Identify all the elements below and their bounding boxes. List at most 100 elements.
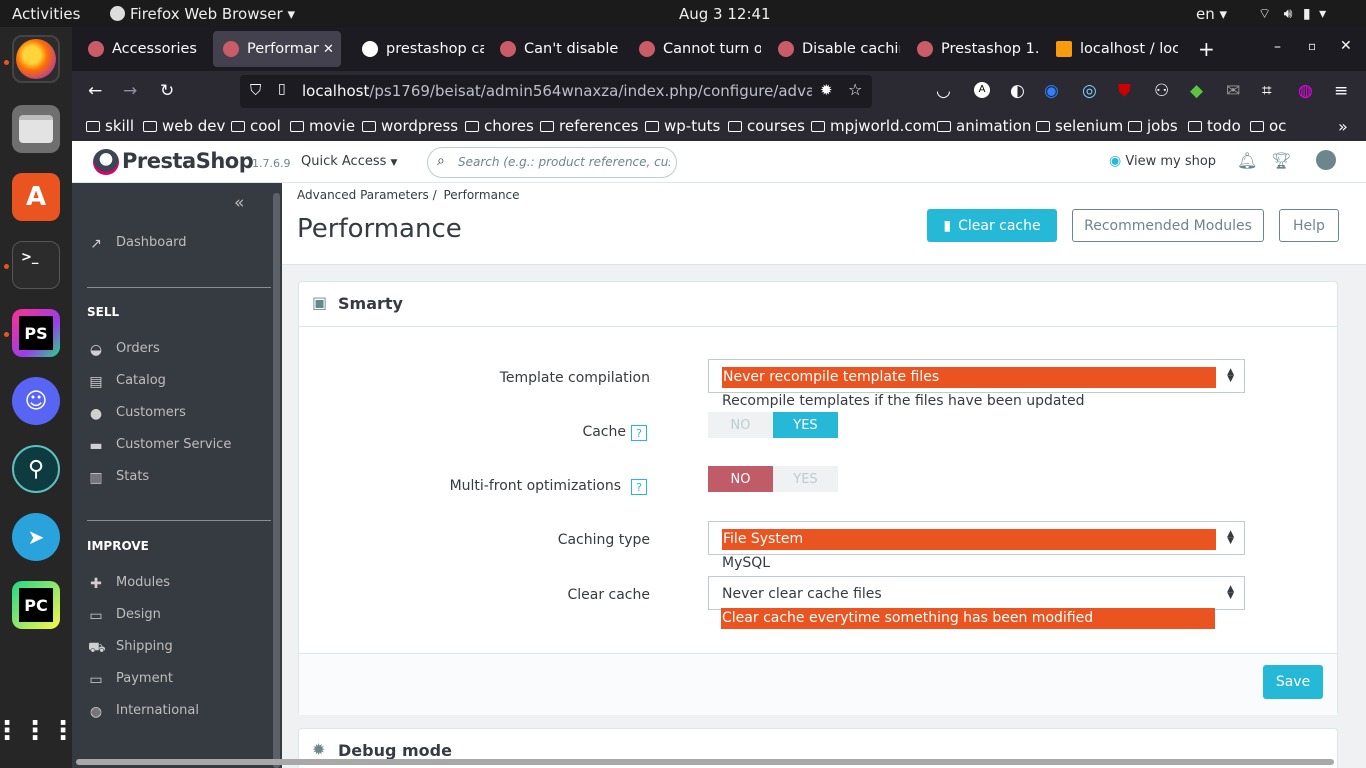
activities-button[interactable]: Activities bbox=[12, 5, 80, 23]
ublock-icon[interactable]: ⛊ bbox=[1118, 81, 1131, 101]
save-button[interactable]: Save bbox=[1263, 665, 1323, 699]
telegram-icon[interactable]: ➤ bbox=[12, 513, 60, 561]
url-bar[interactable]: ⛉ ▯ localhost/ps1769/beisat/admin564wnax… bbox=[240, 75, 872, 108]
prestashop-brand[interactable]: PrestaShop bbox=[122, 149, 254, 173]
bug-icon[interactable]: ✹ bbox=[820, 81, 833, 99]
multifront-toggle[interactable]: NO YES bbox=[708, 466, 838, 492]
back-icon[interactable]: ← bbox=[88, 81, 102, 101]
caching-type-select[interactable]: File System ▲ ▼ bbox=[708, 521, 1245, 555]
selected-option[interactable]: File System bbox=[722, 529, 1216, 550]
gitkraken-icon[interactable]: ⚲ bbox=[12, 445, 60, 493]
clear-cache-select[interactable]: Never clear cache files ▲ ▼ bbox=[708, 576, 1245, 610]
toggle-no[interactable]: NO bbox=[708, 466, 773, 492]
sidebar-item-design[interactable]: ▭ Design bbox=[88, 607, 161, 624]
tab-phpmyadmin[interactable]: localhost / loc bbox=[1046, 31, 1178, 67]
sidebar-item-international[interactable]: ◍ International bbox=[88, 703, 199, 720]
sync-extension-icon[interactable]: ◉ bbox=[1044, 81, 1059, 101]
close-tab-icon[interactable]: ✕ bbox=[323, 42, 334, 57]
account-icon[interactable]: A bbox=[974, 82, 990, 98]
sidebar-item-payment[interactable]: ▭ Payment bbox=[88, 671, 173, 688]
pycharm-icon[interactable]: PC bbox=[12, 581, 60, 629]
menu-icon[interactable]: ≡ bbox=[1334, 81, 1348, 101]
notifications-bell-icon[interactable]: 🔔︎ bbox=[1237, 151, 1257, 170]
collapse-sidebar-icon[interactable]: « bbox=[234, 193, 244, 213]
bookmark-folder[interactable]: oc bbox=[1250, 117, 1286, 135]
bookmark-star-icon[interactable]: ☆ bbox=[848, 80, 862, 99]
help-button[interactable]: Help bbox=[1279, 209, 1339, 242]
sidebar-item-modules[interactable]: ✚ Modules bbox=[88, 575, 170, 592]
toggle-no[interactable]: NO bbox=[708, 412, 773, 438]
employee-avatar-icon[interactable] bbox=[1316, 150, 1336, 170]
bookmark-folder[interactable]: wordpress bbox=[362, 117, 458, 135]
mail-icon[interactable]: ✉ bbox=[1226, 81, 1240, 101]
bookmark-folder[interactable]: courses bbox=[728, 117, 805, 135]
bookmark-folder[interactable]: web dev bbox=[143, 117, 225, 135]
extension-people-icon[interactable]: ⚇ bbox=[1154, 81, 1169, 101]
tab-prestashop-17[interactable]: Prestashop 1.7 bbox=[907, 31, 1039, 67]
url-text[interactable]: localhost/ps1769/beisat/admin564wnaxza/i… bbox=[302, 82, 812, 100]
breadcrumb-parent[interactable]: Advanced Parameters bbox=[297, 188, 429, 202]
color-picker-icon[interactable]: ◍ bbox=[1298, 81, 1313, 101]
prestashop-logo-icon[interactable] bbox=[93, 149, 119, 175]
dropdown-option-highlighted[interactable]: Clear cache everytime something has been… bbox=[721, 608, 1215, 629]
dropdown-option[interactable]: Recompile templates if the files have be… bbox=[722, 393, 1085, 409]
toggle-yes[interactable]: YES bbox=[773, 466, 838, 492]
sidebar-item-stats[interactable]: ▥ Stats bbox=[88, 469, 149, 486]
firefox-icon[interactable] bbox=[12, 35, 60, 83]
trophy-icon[interactable]: 🏆︎ bbox=[1271, 151, 1291, 170]
bookmark-folder[interactable]: todo bbox=[1188, 117, 1241, 135]
extension-icon[interactable]: ◐ bbox=[1010, 81, 1025, 101]
forward-icon[interactable]: → bbox=[123, 81, 137, 101]
sidebar-item-customer-service[interactable]: ▬ Customer Service bbox=[88, 437, 231, 454]
tab-disable-caching[interactable]: Disable cachin bbox=[768, 31, 900, 67]
bookmark-folder[interactable]: cool bbox=[231, 117, 281, 135]
bookmark-folder[interactable]: jobs bbox=[1128, 117, 1178, 135]
selected-option[interactable]: Never recompile template files bbox=[722, 367, 1216, 388]
bookmark-folder[interactable]: skill bbox=[86, 117, 134, 135]
bookmark-folder[interactable]: mpjworld.com bbox=[811, 117, 936, 135]
sidebar-item-dashboard[interactable]: ↗ Dashboard bbox=[88, 235, 186, 252]
minimize-icon[interactable]: – bbox=[1274, 39, 1281, 55]
pocket-icon[interactable]: ◡ bbox=[936, 81, 951, 101]
tab-prestashop-cache[interactable]: prestashop cac bbox=[352, 31, 484, 67]
crop-icon[interactable]: ⌗ bbox=[1262, 81, 1272, 101]
language-indicator[interactable]: en ▾ bbox=[1196, 5, 1227, 23]
extension-color-icon[interactable]: ◆ bbox=[1190, 81, 1203, 101]
dropdown-option[interactable]: MySQL bbox=[722, 555, 770, 571]
bookmark-folder[interactable]: wp-tuts bbox=[645, 117, 720, 135]
reload-icon[interactable]: ↻ bbox=[160, 81, 174, 101]
phpstorm-icon[interactable]: PS bbox=[12, 309, 60, 357]
bookmark-folder[interactable]: movie bbox=[290, 117, 355, 135]
system-status-icons[interactable]: ⌔ 🔊︎ ▮ ▾ bbox=[1258, 5, 1326, 23]
cache-toggle[interactable]: NO YES bbox=[708, 412, 838, 438]
view-my-shop-link[interactable]: ◉ View my shop bbox=[1109, 153, 1216, 169]
sidebar-item-orders[interactable]: ◒ Orders bbox=[88, 341, 160, 358]
bookmark-folder[interactable]: animation bbox=[937, 117, 1031, 135]
page-horizontal-scrollbar[interactable] bbox=[76, 759, 1334, 765]
search-box[interactable]: ⌕ Search (e.g.: product reference, custo… bbox=[427, 147, 677, 178]
show-apps-icon[interactable]: ⋮⋮⋮ bbox=[0, 707, 76, 755]
help-icon[interactable]: ? bbox=[631, 479, 647, 495]
sidebar-item-catalog[interactable]: ▤ Catalog bbox=[88, 373, 166, 390]
discord-icon[interactable]: ☺ bbox=[12, 377, 60, 425]
close-window-icon[interactable]: ✕ bbox=[1340, 38, 1352, 54]
tab-performance[interactable]: Performance ✕ bbox=[213, 31, 341, 67]
quick-access-menu[interactable]: Quick Access ▼ bbox=[301, 154, 397, 169]
sidebar-scrollbar[interactable] bbox=[273, 193, 280, 768]
recommended-modules-button[interactable]: Recommended Modules bbox=[1072, 209, 1264, 242]
clock[interactable]: Aug 3 12:41 bbox=[679, 5, 771, 23]
clear-cache-button[interactable]: ▮ Clear cache bbox=[927, 209, 1057, 242]
selected-option[interactable]: Never clear cache files bbox=[722, 586, 882, 602]
app-menu[interactable]: Firefox Web Browser ▾ bbox=[110, 5, 295, 23]
search-input[interactable]: Search (e.g.: product reference, custome bbox=[458, 155, 670, 169]
software-icon[interactable]: A bbox=[12, 173, 60, 221]
toggle-yes[interactable]: YES bbox=[773, 412, 838, 438]
bookmark-folder[interactable]: references bbox=[540, 117, 638, 135]
bookmark-folder[interactable]: selenium bbox=[1036, 117, 1123, 135]
sidebar-item-shipping[interactable]: ⛟ Shipping bbox=[88, 639, 173, 656]
more-bookmarks-icon[interactable]: » bbox=[1338, 117, 1348, 136]
maximize-icon[interactable]: ▫ bbox=[1308, 39, 1316, 53]
shield-icon[interactable]: ⛉ bbox=[250, 81, 261, 99]
tab-cannot-turn-off[interactable]: Cannot turn of bbox=[629, 31, 761, 67]
tab-cant-disable[interactable]: Can't disable s bbox=[490, 31, 622, 67]
